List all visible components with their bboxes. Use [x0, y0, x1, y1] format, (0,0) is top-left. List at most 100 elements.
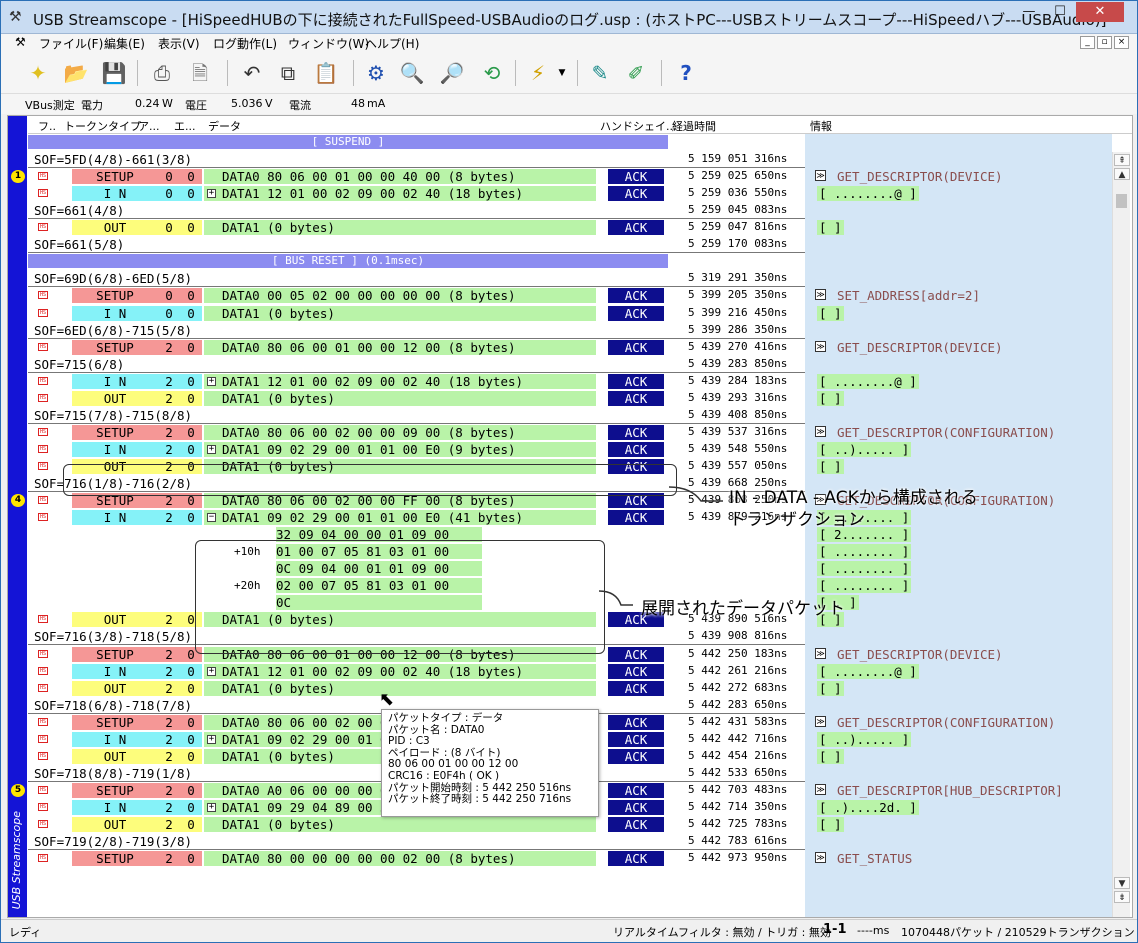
table-row[interactable]: HS SETUP 2 0 DATA0 80 06 00 01 00 00 12 00 (…: [28, 339, 805, 356]
jump-icon[interactable]: ⟲: [477, 58, 507, 88]
scroll-bottom-icon[interactable]: ⇟: [1114, 891, 1130, 903]
chevron-down-icon[interactable]: ▼: [555, 58, 569, 88]
expand-icon[interactable]: +: [207, 444, 216, 454]
table-row[interactable]: HS I N 0 0 + DATA1 12 01 00 02 09 00 02 40 (1…: [28, 185, 805, 202]
info-item[interactable]: [ ]: [805, 390, 1112, 407]
info-item[interactable]: [ ]: [805, 219, 1112, 236]
decode-icon[interactable]: ≫: [815, 425, 826, 437]
settings-icon[interactable]: ⚙: [361, 58, 391, 88]
table-row[interactable]: HS I N 0 0 DATA1 (0 bytes) ACK 5 399 216 450ns: [28, 305, 805, 322]
info-item[interactable]: [ .)....2d. ]: [805, 799, 1112, 816]
expand-icon[interactable]: +: [207, 666, 216, 676]
info-item[interactable]: [ ........ ]: [805, 543, 1112, 560]
decode-icon[interactable]: ≫: [815, 647, 826, 659]
maximize-button[interactable]: ☐: [1046, 2, 1074, 22]
marker-icon[interactable]: ✎: [585, 58, 615, 88]
info-item[interactable]: ≫ GET_DESCRIPTOR(CONFIGURATION): [805, 714, 1112, 731]
scroll-up-icon[interactable]: ▲: [1114, 168, 1130, 180]
table-row[interactable]: HS OUT 2 0 DATA1 (0 bytes) ACK 5 439 293 316ns: [28, 390, 805, 407]
col-data[interactable]: データ: [208, 118, 241, 134]
info-item[interactable]: ≫ GET_DESCRIPTOR(CONFIGURATION): [805, 424, 1112, 441]
minimize-button[interactable]: —: [1015, 2, 1043, 22]
info-item[interactable]: [ ..)..... ]: [805, 441, 1112, 458]
save-icon[interactable]: 💾: [99, 58, 129, 88]
col-f[interactable]: フ..: [38, 118, 56, 134]
marker-badge[interactable]: 4: [11, 494, 25, 508]
collapse-icon[interactable]: −: [207, 513, 216, 523]
sof-row[interactable]: SOF=5FD(4/8)-661(3/8) 5 159 051 316ns: [28, 151, 805, 169]
sof-row[interactable]: SOF=715(6/8) 5 439 283 850ns: [28, 356, 805, 373]
trigger-icon[interactable]: ⚡: [523, 58, 553, 88]
col-addr[interactable]: ア...: [138, 118, 160, 134]
sof-row[interactable]: SOF=6ED(6/8)-715(5/8) 5 399 286 350ns: [28, 322, 805, 339]
marker-badge[interactable]: 5: [11, 783, 25, 797]
table-row[interactable]: HS I N 2 0 + DATA1 12 01 00 02 09 00 02 40 (1…: [28, 663, 805, 680]
decode-icon[interactable]: ≫: [815, 715, 826, 727]
info-item[interactable]: [ ........@ ]: [805, 185, 1112, 202]
marker-strip[interactable]: USB Streamscope: [8, 116, 27, 917]
table-row[interactable]: HS OUT 2 0 DATA1 (0 bytes) ACK 5 442 272 683ns: [28, 680, 805, 697]
info-item[interactable]: ≫ SET_ADDRESS[addr=2]: [805, 287, 1112, 304]
new-file-icon[interactable]: ✦: [23, 58, 53, 88]
info-item[interactable]: [ ]: [805, 458, 1112, 475]
expand-icon[interactable]: +: [207, 802, 216, 812]
info-item[interactable]: ≫ GET_STATUS: [805, 850, 1112, 867]
print-icon[interactable]: ⎙: [147, 58, 177, 88]
col-token[interactable]: トークンタイプ: [64, 118, 141, 134]
mdi-restore-button[interactable]: ▫: [1097, 36, 1112, 49]
col-ep[interactable]: エ...: [174, 118, 196, 134]
open-folder-icon[interactable]: 📂: [61, 58, 91, 88]
info-item[interactable]: [ ........@ ]: [805, 663, 1112, 680]
banner-row[interactable]: [ SUSPEND ]: [28, 134, 805, 151]
table-row[interactable]: HS OUT 0 0 DATA1 (0 bytes) ACK 5 259 047 816ns: [28, 219, 805, 236]
table-row[interactable]: HS SETUP 0 0 DATA0 00 05 02 00 00 00 00 00 (…: [28, 287, 805, 304]
table-row[interactable]: HS SETUP 0 0 DATA0 80 06 00 01 00 00 40 00 (…: [28, 168, 805, 185]
print-preview-icon[interactable]: 🗎: [185, 58, 215, 88]
info-item[interactable]: ≫ GET_DESCRIPTOR(DEVICE): [805, 646, 1112, 663]
mdi-close-button[interactable]: ×: [1114, 36, 1129, 49]
menu-window[interactable]: ウィンドウ(W): [288, 35, 369, 52]
menu-view[interactable]: 表示(V): [158, 35, 200, 52]
table-row[interactable]: HS I N 2 0 + DATA1 12 01 00 02 09 00 02 40 (1…: [28, 373, 805, 390]
decode-icon[interactable]: ≫: [815, 170, 826, 182]
menu-help[interactable]: ヘルプ(H): [365, 35, 419, 52]
info-item[interactable]: ≫ GET_DESCRIPTOR[HUB_DESCRIPTOR]: [805, 782, 1112, 799]
decode-icon[interactable]: ≫: [815, 340, 826, 352]
col-handshake[interactable]: ハンドシェイ...: [600, 118, 677, 134]
info-item[interactable]: [ . ]: [805, 594, 1112, 611]
sof-row[interactable]: SOF=661(5/8) 5 259 170 083ns: [28, 236, 805, 254]
zoom-icon[interactable]: 🔎: [437, 58, 467, 88]
close-button[interactable]: ✕: [1076, 2, 1124, 22]
decode-icon[interactable]: ≫: [815, 289, 826, 301]
banner-row[interactable]: [ BUS RESET ] (0.1msec): [28, 253, 805, 270]
expand-icon[interactable]: +: [207, 734, 216, 744]
scroll-thumb[interactable]: [1116, 194, 1127, 208]
info-item[interactable]: [ ........@ ]: [805, 373, 1112, 390]
marker-badge[interactable]: 1: [11, 170, 25, 184]
copy-icon[interactable]: ⧉: [273, 58, 303, 88]
col-info[interactable]: 情報: [810, 118, 832, 134]
table-row[interactable]: HS OUT 2 0 DATA1 (0 bytes) ACK 5 442 725 783ns: [28, 816, 805, 833]
info-item[interactable]: [ ........ ]: [805, 577, 1112, 594]
search-icon[interactable]: 🔍: [397, 58, 427, 88]
info-item[interactable]: [ ]: [805, 816, 1112, 833]
menu-file[interactable]: ファイル(F): [39, 35, 103, 52]
sof-row[interactable]: SOF=719(2/8)-719(3/8) 5 442 783 616ns: [28, 833, 805, 851]
paste-icon[interactable]: 📋: [311, 58, 341, 88]
menu-log-action[interactable]: ログ動作(L): [213, 35, 277, 52]
undo-icon[interactable]: ↶: [237, 58, 267, 88]
menu-edit[interactable]: 編集(E): [104, 35, 145, 52]
expand-icon[interactable]: +: [207, 376, 216, 386]
info-item[interactable]: [ ]: [805, 748, 1112, 765]
mdi-icon[interactable]: ⚒: [15, 35, 26, 49]
sof-row[interactable]: SOF=661(4/8) 5 259 045 083ns: [28, 202, 805, 220]
info-item[interactable]: [ ]: [805, 680, 1112, 697]
info-item[interactable]: [ ]: [805, 611, 1112, 628]
info-item[interactable]: [ ........ ]: [805, 560, 1112, 577]
table-row[interactable]: HS SETUP 2 0 DATA0 80 00 00 00 00 00 02 00 (…: [28, 850, 805, 867]
vertical-scrollbar[interactable]: ⇞ ▲ ▼ ⇟: [1112, 152, 1130, 917]
decode-icon[interactable]: ≫: [815, 783, 826, 795]
table-row[interactable]: HS SETUP 2 0 DATA0 80 06 00 02 00 00 09 00 (…: [28, 424, 805, 441]
decode-icon[interactable]: ≫: [815, 852, 826, 864]
info-item[interactable]: [ ..)..... ]: [805, 731, 1112, 748]
